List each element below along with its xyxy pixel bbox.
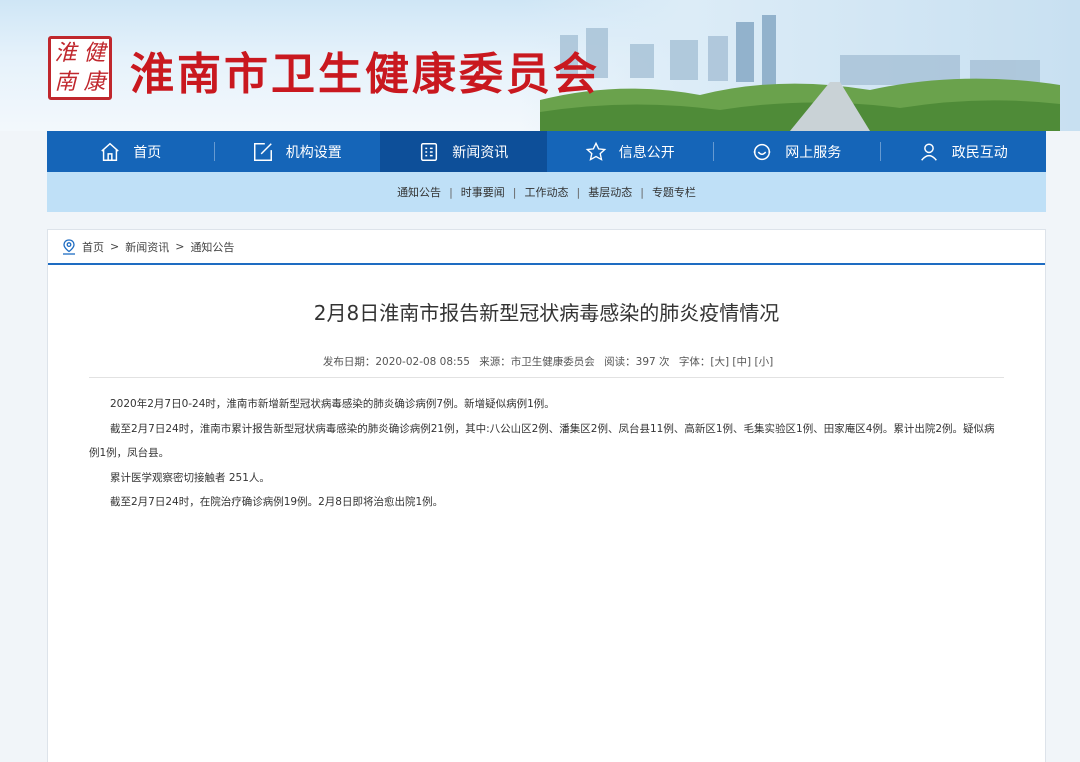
logo-char: 南 [54,69,77,95]
subnav-separator: | [640,185,644,199]
font-small-button[interactable]: [小] [754,356,773,368]
font-large-button[interactable]: [大] [710,356,729,368]
breadcrumb-notices[interactable]: 通知公告 [190,239,234,255]
font-size-label: 字体： [678,356,711,368]
article-body: 2020年2月7日0-24时，淮南市新增新型冠状病毒感染的肺炎确诊病例7例。新增… [89,392,1004,515]
nav-label: 首页 [133,144,162,161]
breadcrumb-news[interactable]: 新闻资讯 [125,239,169,255]
city-skyline-image [540,15,1060,131]
content-panel: 首页 > 新闻资讯 > 通知公告 2月8日淮南市报告新型冠状病毒感染的肺炎疫情情… [47,229,1046,762]
nav-item-news[interactable]: 新闻资讯 [380,131,547,172]
subnav-special-topics[interactable]: 专题专栏 [652,184,696,200]
nav-label: 机构设置 [285,144,342,161]
publish-date: 发布日期：2020-02-08 08:55 [322,356,470,368]
font-medium-button[interactable]: [中] [732,356,751,368]
site-logo[interactable]: 淮 健 南 康 [48,36,112,100]
news-icon [421,142,438,161]
location-pin-icon [63,238,75,255]
service-icon [754,143,771,160]
article-paragraph: 2020年2月7日0-24时，淮南市新增新型冠状病毒感染的肺炎确诊病例7例。新增… [110,398,555,410]
nav-label: 新闻资讯 [452,144,509,161]
subnav-separator: | [449,185,453,199]
subnav-separator: | [512,185,517,199]
breadcrumb-separator: > [110,240,120,253]
nav-label: 网上服务 [785,144,842,161]
main-nav: 首页 机构设置 新闻资讯 信息公开 网上服务 政民互动 [47,131,1046,172]
nav-item-organization[interactable]: 机构设置 [213,131,381,172]
view-count: 阅读：397 次 [604,356,670,368]
sub-nav: 通知公告 | 时事要闻 | 工作动态 | 基层动态 | 专题专栏 [47,172,1046,212]
subnav-notices[interactable]: 通知公告 [397,184,441,200]
nav-label: 政民互动 [951,144,1008,161]
user-icon [920,142,937,161]
breadcrumb: 首页 > 新闻资讯 > 通知公告 [48,230,1045,265]
nav-item-info-public[interactable]: 信息公开 [547,131,714,172]
star-icon [585,141,607,161]
breadcrumb-home[interactable]: 首页 [82,239,104,255]
logo-char: 淮 [54,40,77,66]
article-source: 来源：市卫生健康委员会 [479,356,595,368]
site-title: 淮南市卫生健康委员会 [130,49,600,100]
article-title: 2月8日淮南市报告新型冠状病毒感染的肺炎疫情情况 [313,301,780,325]
home-icon [101,142,119,161]
nav-item-online-service[interactable]: 网上服务 [713,131,880,172]
article-meta: 发布日期：2020-02-08 08:55 来源：市卫生健康委员会 阅读：397… [89,354,1004,378]
article-paragraph: 截至2月7日24时，在院治疗确诊病例19例。2月8日即将治愈出院1例。 [110,496,444,508]
subnav-grassroots[interactable]: 基层动态 [588,184,632,200]
header-banner: 淮 健 南 康 淮南市卫生健康委员会 [0,0,1080,131]
breadcrumb-separator: > [175,240,185,253]
subnav-current-affairs[interactable]: 时事要闻 [461,184,505,200]
nav-item-home[interactable]: 首页 [47,131,214,172]
subnav-separator: | [576,185,581,199]
logo-char: 康 [83,69,106,95]
article-paragraph: 累计医学观察密切接触者 251人。 [110,471,270,484]
nav-item-interaction[interactable]: 政民互动 [879,131,1047,172]
article-paragraph: 截至2月7日24时，淮南市累计报告新型冠状病毒感染的肺炎确诊病例21例，其中:八… [89,422,995,460]
subnav-work-updates[interactable]: 工作动态 [525,184,569,200]
logo-char: 健 [83,40,106,66]
edit-icon [253,142,272,161]
nav-label: 信息公开 [618,144,675,161]
